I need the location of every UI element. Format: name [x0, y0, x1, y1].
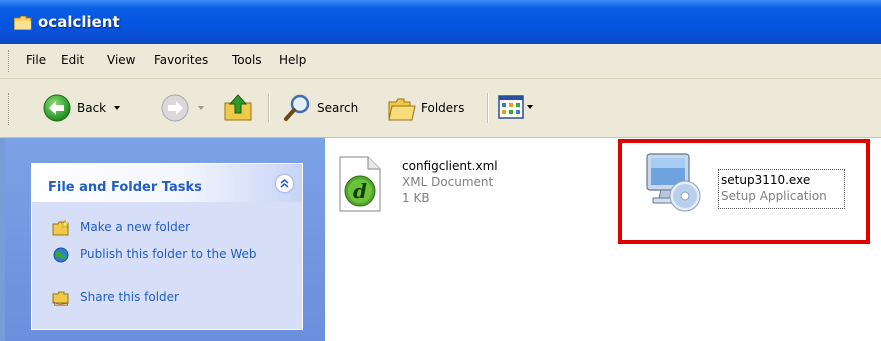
search-button[interactable]: Search — [282, 93, 358, 123]
menu-favorites[interactable]: Favorites — [154, 53, 208, 67]
menu-bar: File Edit View Favorites Tools Help — [0, 44, 881, 79]
task-panel-header[interactable]: File and Folder Tasks — [32, 164, 302, 202]
file-type: XML Document — [402, 175, 494, 189]
folders-label: Folders — [421, 101, 465, 115]
task-label: Make a new folder — [80, 220, 191, 234]
menu-tools[interactable]: Tools — [232, 53, 262, 67]
standard-toolbar: Back Search Folders — [0, 79, 881, 138]
task-make-new-folder[interactable]: Make a new folder — [52, 220, 270, 236]
folder-up-icon — [224, 94, 252, 121]
file-name: configclient.xml — [402, 159, 498, 173]
views-dropdown-icon[interactable] — [527, 105, 533, 109]
toolbar-separator — [268, 93, 270, 123]
back-label: Back — [77, 101, 107, 115]
publish-web-icon — [53, 247, 69, 263]
new-folder-icon — [52, 220, 70, 236]
file-size: 1 KB — [402, 191, 430, 205]
back-arrow-icon — [43, 94, 71, 122]
highlight-annotation-box — [618, 139, 870, 244]
toolbar-separator — [487, 93, 489, 123]
search-icon — [284, 94, 310, 121]
up-button[interactable] — [222, 91, 254, 123]
toolbar-grip[interactable] — [8, 93, 12, 125]
title-bar: ocalclient — [0, 0, 881, 44]
menu-help[interactable]: Help — [279, 53, 306, 67]
views-button[interactable] — [498, 95, 533, 119]
folder-icon — [14, 16, 32, 30]
chevron-up-icon — [280, 179, 289, 188]
file-folder-tasks-panel: File and Folder Tasks Make a new folder … — [31, 163, 303, 330]
window-title: ocalclient — [38, 13, 120, 31]
task-label: Publish this folder to the Web — [80, 247, 257, 261]
task-label: Share this folder — [80, 290, 179, 304]
forward-button[interactable] — [160, 93, 204, 123]
forward-dropdown-icon[interactable] — [198, 106, 204, 110]
svg-text:d: d — [353, 179, 367, 203]
collapse-button[interactable] — [275, 174, 294, 193]
task-publish-web[interactable]: Publish this folder to the Web — [52, 247, 270, 263]
folders-icon — [388, 98, 416, 121]
back-dropdown-icon[interactable] — [114, 106, 121, 110]
search-label: Search — [317, 101, 359, 115]
views-icon — [498, 95, 524, 119]
task-panel-title: File and Folder Tasks — [48, 180, 202, 195]
xml-document-icon: d — [339, 156, 381, 212]
share-folder-icon — [52, 291, 69, 306]
file-item[interactable]: d configclient.xml XML Document 1 KB — [336, 155, 566, 235]
menu-edit[interactable]: Edit — [61, 53, 84, 67]
back-button[interactable]: Back — [42, 93, 121, 123]
task-share-folder[interactable]: Share this folder — [52, 290, 270, 306]
folders-button[interactable]: Folders — [386, 93, 464, 123]
menu-view[interactable]: View — [107, 53, 135, 67]
menu-grip[interactable] — [8, 50, 12, 72]
menu-file[interactable]: File — [26, 53, 46, 67]
forward-arrow-icon — [161, 94, 189, 122]
